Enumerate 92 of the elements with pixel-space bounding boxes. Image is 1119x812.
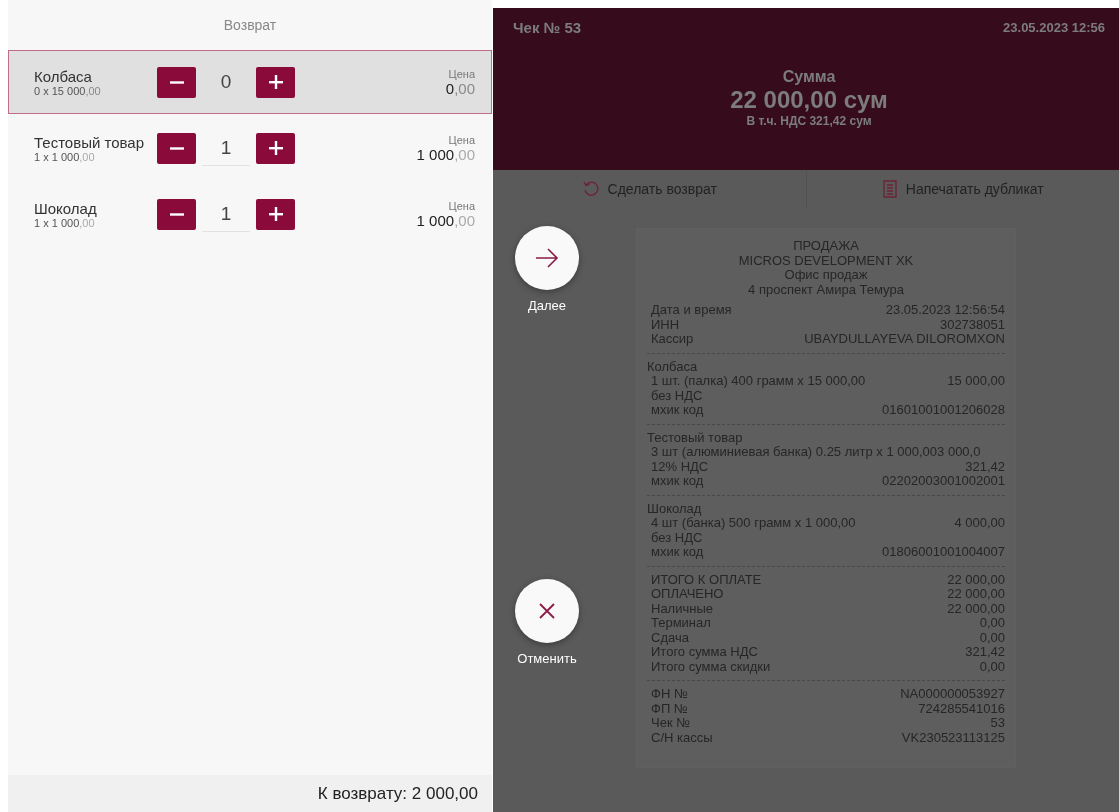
arrow-right-icon bbox=[535, 248, 559, 268]
check-datetime: 23.05.2023 12:56 bbox=[1003, 19, 1105, 35]
minus-icon bbox=[169, 80, 184, 84]
receipt-value: 15 000,00 bbox=[947, 374, 1005, 389]
sum-amount: 22 000,00 сум bbox=[730, 86, 888, 114]
receipt-label: 12% НДС bbox=[651, 459, 709, 474]
plus-button[interactable] bbox=[256, 66, 295, 98]
receipt-value: 02202003001002001 bbox=[882, 474, 1005, 489]
price-label: Цена bbox=[447, 199, 475, 212]
receipt-label: Чек № bbox=[651, 716, 691, 731]
fab-label: Отменить bbox=[517, 651, 577, 666]
plus-button[interactable] bbox=[256, 132, 295, 164]
plus-button[interactable] bbox=[256, 198, 295, 230]
receipt-header-line: 4 проспект Амира Темура bbox=[747, 282, 905, 297]
receipt-header-line: Офис продаж bbox=[783, 268, 869, 283]
quantity-field[interactable]: 0 bbox=[202, 65, 250, 99]
receipt-value: 0,00 bbox=[979, 616, 1005, 631]
receipt-value: 23.05.2023 12:56:54 bbox=[885, 303, 1005, 318]
fab-button[interactable] bbox=[515, 226, 579, 290]
receipt-label: Итого сумма скидки bbox=[651, 659, 771, 674]
receipt-header-line: MICROS DEVELOPMENT XK bbox=[737, 253, 915, 268]
item-quantity-line: 0 x 15 000,00 bbox=[34, 84, 102, 97]
minus-icon bbox=[169, 146, 184, 150]
receipt-label: без НДС bbox=[651, 530, 703, 545]
receipt-label: Терминал bbox=[651, 616, 711, 631]
undo-icon bbox=[581, 180, 600, 198]
receipt-label: Наличные bbox=[651, 601, 713, 616]
receipt-value: NA000000053927 bbox=[900, 687, 1005, 702]
receipt-label: Кассир bbox=[651, 332, 694, 347]
receipt-label: Сдача bbox=[651, 630, 689, 645]
vat-note: В т.ч. НДС 321,42 сум bbox=[746, 114, 872, 128]
plus-icon bbox=[267, 74, 284, 90]
fab-button[interactable] bbox=[515, 579, 579, 643]
receipt-label: ИТОГО К ОПЛАТЕ bbox=[651, 572, 762, 587]
price-label: Цена bbox=[447, 67, 475, 80]
item-name: Шоколад bbox=[34, 199, 98, 217]
receipt-value: 0,00 bbox=[979, 659, 1005, 674]
receipt-value: 22 000,00 bbox=[947, 587, 1005, 602]
price-label: Цена bbox=[447, 133, 475, 146]
receipt-value: 53 bbox=[990, 716, 1005, 731]
close-icon bbox=[539, 603, 555, 619]
quantity-field[interactable]: 1 bbox=[202, 130, 250, 166]
receipt-value: 724285541016 bbox=[918, 701, 1005, 716]
minus-button[interactable] bbox=[157, 198, 196, 230]
plus-icon bbox=[267, 140, 284, 156]
receipt-value: 302738051 bbox=[939, 317, 1005, 332]
price-value: 1 000,00 bbox=[416, 211, 475, 229]
minus-button[interactable] bbox=[157, 66, 196, 98]
receipt-value: 321,42 bbox=[965, 459, 1005, 474]
receipt-label: 1 шт. (палка) 400 грамм x 15 000,00 bbox=[651, 374, 866, 389]
fab-label: Далее bbox=[527, 298, 567, 313]
receipt-label: ФН № bbox=[651, 687, 688, 702]
return-total: К возврату: 2 000,00 bbox=[317, 783, 478, 804]
receipt-value: 0,00 bbox=[979, 630, 1005, 645]
receipt-label: Шоколад bbox=[647, 501, 702, 516]
receipt-value: 01601001001206028 bbox=[882, 403, 1005, 418]
item-row[interactable]: Шоколад 1 x 1 000,00 1 Цена 1 000,00 bbox=[8, 182, 492, 246]
receipt-value: 4 000,00 bbox=[954, 516, 1005, 531]
receipt-value: 22 000,00 bbox=[947, 601, 1005, 616]
receipt-value: 321,42 bbox=[965, 645, 1005, 660]
receipt-label: мхик код bbox=[651, 545, 704, 560]
receipt-label: мхик код bbox=[651, 474, 704, 489]
receipt-label: Тестовый товар bbox=[647, 430, 743, 445]
receipt-label: мхик код bbox=[651, 403, 704, 418]
receipt-label: Колбаса bbox=[647, 359, 698, 374]
minus-button[interactable] bbox=[157, 132, 196, 164]
receipt-header-line: ПРОДАЖА bbox=[792, 239, 860, 254]
receipt-value: UBAYDULLAYEVA DILOROMXON bbox=[804, 332, 1005, 347]
receipt-label: ИНН bbox=[651, 317, 680, 332]
item-quantity-line: 1 x 1 000,00 bbox=[34, 216, 95, 229]
price-value: 1 000,00 bbox=[416, 145, 475, 163]
quantity-field[interactable]: 1 bbox=[202, 196, 250, 232]
receipt-value: 22 000,00 bbox=[947, 572, 1005, 587]
minus-icon bbox=[169, 212, 184, 216]
price-value: 0,00 bbox=[445, 79, 475, 97]
item-row[interactable]: Тестовый товар 1 x 1 000,00 1 Цена 1 000,00 bbox=[8, 116, 492, 180]
receipt-label: Итого сумма НДС bbox=[651, 645, 758, 660]
receipt-value: 01806001001004007 bbox=[882, 545, 1005, 560]
receipt-value: VK230523113125 bbox=[901, 730, 1005, 745]
item-name: Тестовый товар bbox=[34, 133, 146, 151]
check-number: Чек № 53 bbox=[513, 18, 582, 36]
receipt-label: без НДС bbox=[651, 388, 703, 403]
sum-label: Сумма bbox=[782, 68, 836, 86]
receipt-label: С/Н кассы bbox=[651, 730, 713, 745]
plus-icon bbox=[267, 206, 284, 222]
item-name: Колбаса bbox=[34, 67, 93, 85]
panel-title: Возврат bbox=[222, 16, 278, 35]
item-row[interactable]: Колбаса 0 x 15 000,00 0 Цена 0,00 bbox=[8, 50, 492, 114]
receipt-label: ФП № bbox=[651, 701, 688, 716]
receipt-icon bbox=[881, 180, 898, 198]
item-quantity-line: 1 x 1 000,00 bbox=[34, 150, 96, 163]
receipt-label: ОПЛАЧЕНО bbox=[651, 587, 724, 602]
